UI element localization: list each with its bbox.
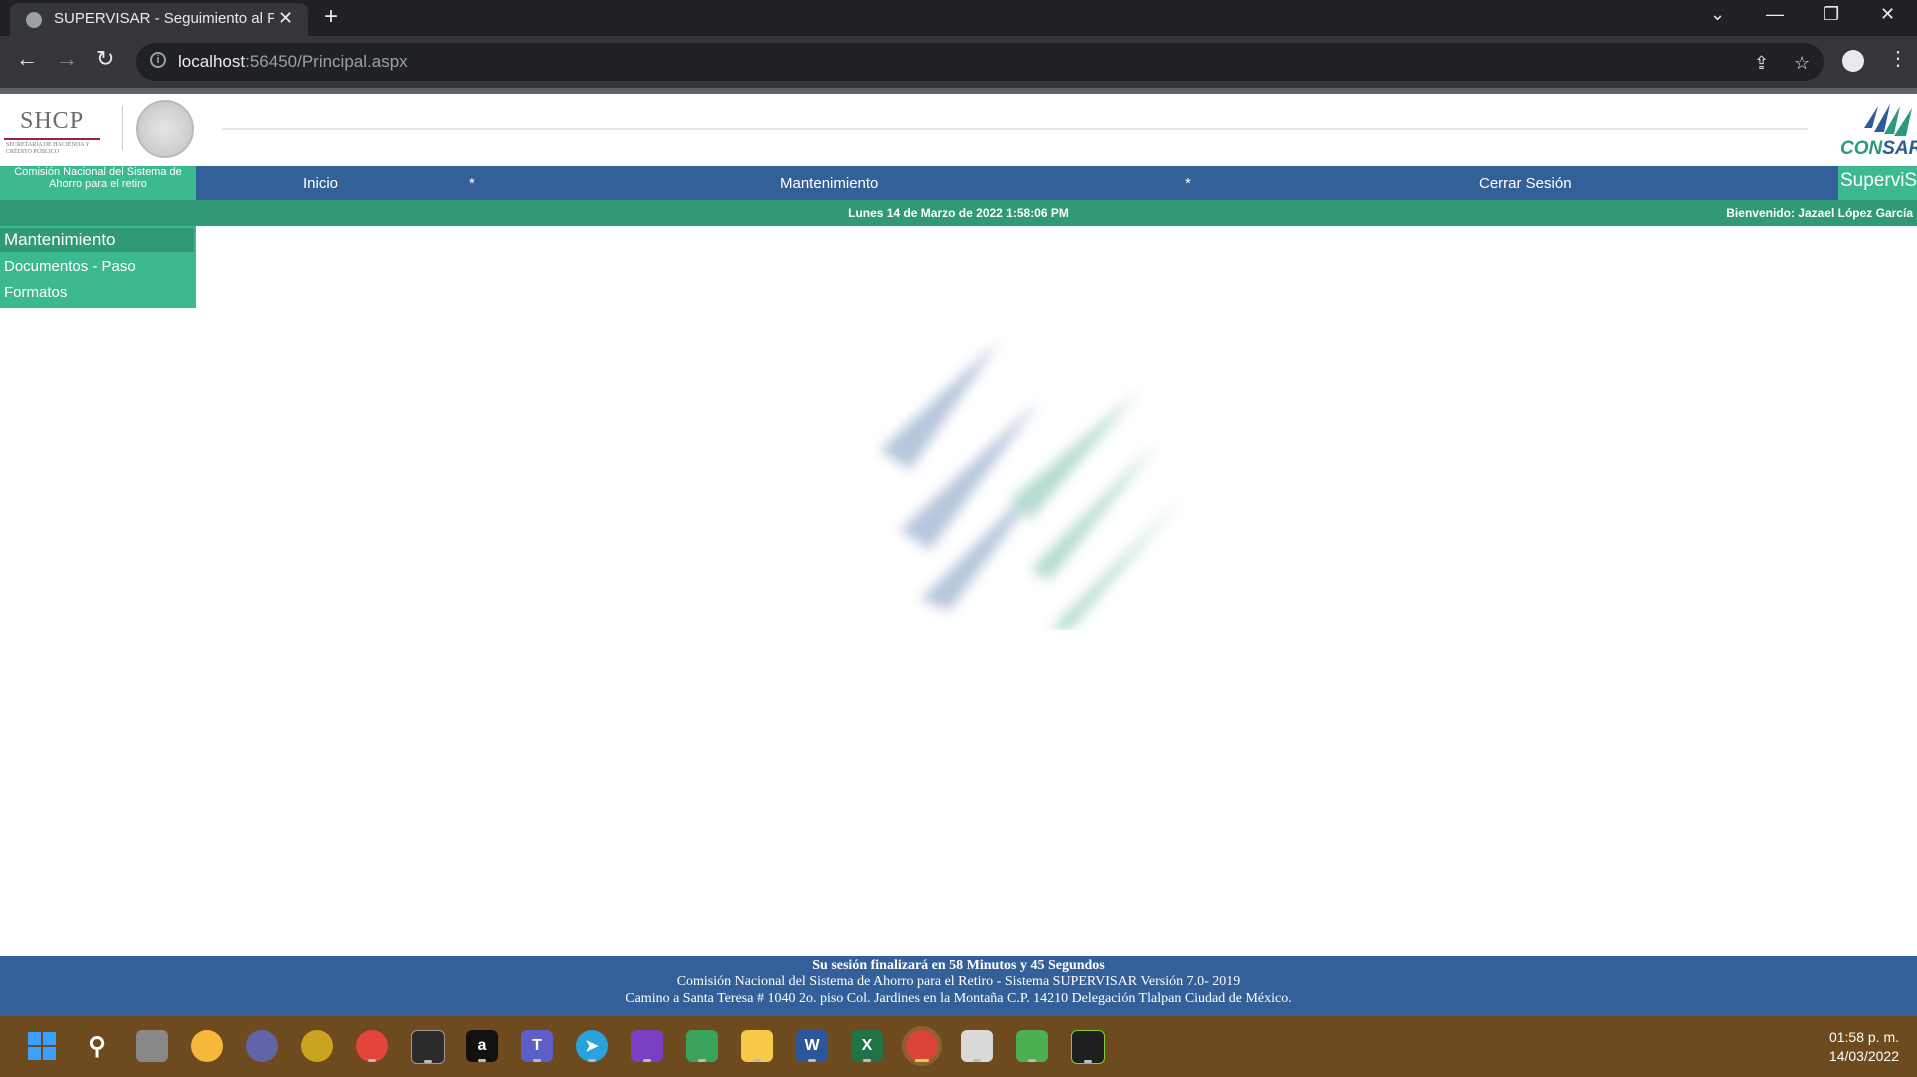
nav-mantenimiento[interactable]: Mantenimiento [780,175,878,192]
chrome-profile-icon[interactable] [356,1030,388,1062]
footer-line-1: Comisión Nacional del Sistema de Ahorro … [676,974,1241,989]
visual-studio-icon[interactable] [631,1030,663,1062]
tab-search-icon[interactable]: ⌄ [1710,4,1725,25]
chrome-icon[interactable] [906,1030,938,1062]
windows-taskbar: ⚲ a T ➤ W X 01:58 p. m. 14/03/2022 [0,1016,1917,1077]
nav-inicio[interactable]: Inicio [303,175,338,192]
windows-start-icon[interactable] [26,1030,58,1062]
main-nav: Comisión Nacional del Sistema de Ahorro … [0,166,1917,200]
notes-app-icon[interactable] [686,1030,718,1062]
profile-icon[interactable] [1842,50,1864,72]
side-menu: Mantenimiento Documentos - Paso Formatos [0,226,196,308]
consar-watermark-icon [880,340,1180,630]
minimize-icon[interactable]: — [1766,4,1784,25]
teams-icon[interactable]: T [521,1030,553,1062]
weather-icon[interactable] [191,1030,223,1062]
comision-label: Comisión Nacional del Sistema de Ahorro … [0,166,196,200]
task-view-icon[interactable] [136,1030,168,1062]
mexico-seal-icon [136,100,194,158]
globe-icon [26,12,42,28]
supervis-label: SuperviS [1838,166,1917,200]
chat-icon[interactable] [246,1030,278,1062]
chart-app-icon[interactable] [1016,1030,1048,1062]
welcome-user: Bienvenido: Jazael López García [1726,206,1913,220]
page-footer: Su sesión finalizará en 58 Minutos y 45 … [0,956,1917,1016]
page-header: SHCP SECRETARÍA DE HACIENDA Y CRÉDITO PÚ… [0,94,1917,166]
close-tab-icon[interactable]: ✕ [278,8,293,29]
terminal-icon[interactable] [411,1030,445,1064]
browser-tab-strip: SUPERVISAR - Seguimiento al Pro ✕ + ⌄ — … [0,0,1917,36]
address-bar[interactable]: i localhost:56450/Principal.aspx ⇪ ☆ [136,43,1824,81]
system-clock[interactable]: 01:58 p. m. 14/03/2022 [1829,1028,1899,1066]
consar-logo: CONSAR [1836,98,1917,164]
telegram-icon[interactable]: ➤ [576,1030,608,1062]
side-menu-header[interactable]: Mantenimiento [0,228,194,252]
snip-app-icon[interactable] [1071,1030,1105,1064]
footer-line-2: Camino a Santa Teresa # 1040 2o. piso Co… [625,991,1292,1006]
search-icon[interactable]: ⚲ [81,1030,113,1062]
word-icon[interactable]: W [796,1030,828,1062]
reload-icon[interactable]: ↻ [96,46,114,72]
chameleon-app-icon[interactable] [301,1030,333,1062]
site-info-icon[interactable]: i [150,52,166,68]
back-icon[interactable]: ← [16,46,38,72]
status-bar: Lunes 14 de Marzo de 2022 1:58:06 PM Bie… [0,200,1917,226]
forward-icon[interactable]: → [56,46,78,72]
tab-title: SUPERVISAR - Seguimiento al Pro [54,10,274,27]
nav-cerrar-sesion[interactable]: Cerrar Sesión [1479,175,1572,192]
close-window-icon[interactable]: ✕ [1880,4,1895,25]
share-icon[interactable]: ⇪ [1754,53,1769,74]
bookmark-star-icon[interactable]: ☆ [1794,53,1810,74]
excel-icon[interactable]: X [851,1030,883,1062]
restore-icon[interactable]: ❐ [1823,4,1839,25]
nav-separator: * [469,175,475,192]
shcp-logo: SHCP SECRETARÍA DE HACIENDA Y CRÉDITO PÚ… [4,108,120,158]
nav-separator: * [1185,175,1191,192]
browser-toolbar: ← → ↻ i localhost:56450/Principal.aspx ⇪… [0,36,1917,88]
app-a-icon[interactable]: a [466,1030,498,1062]
session-timer: Su sesión finalizará en 58 Minutos y 45 … [812,958,1105,973]
current-date: Lunes 14 de Marzo de 2022 1:58:06 PM [848,206,1069,220]
remote-desktop-icon[interactable] [961,1030,993,1062]
logo-separator [122,106,123,150]
header-rule [222,128,1808,130]
browser-menu-icon[interactable]: ⋮ [1888,46,1908,71]
url-text[interactable]: localhost:56450/Principal.aspx [178,52,408,72]
new-tab-button[interactable]: + [324,3,338,31]
menu-item-formatos[interactable]: Formatos [4,284,67,301]
file-explorer-icon[interactable] [741,1030,773,1062]
menu-item-documentos-paso[interactable]: Documentos - Paso [4,258,136,275]
browser-tab[interactable]: SUPERVISAR - Seguimiento al Pro ✕ [10,3,308,36]
